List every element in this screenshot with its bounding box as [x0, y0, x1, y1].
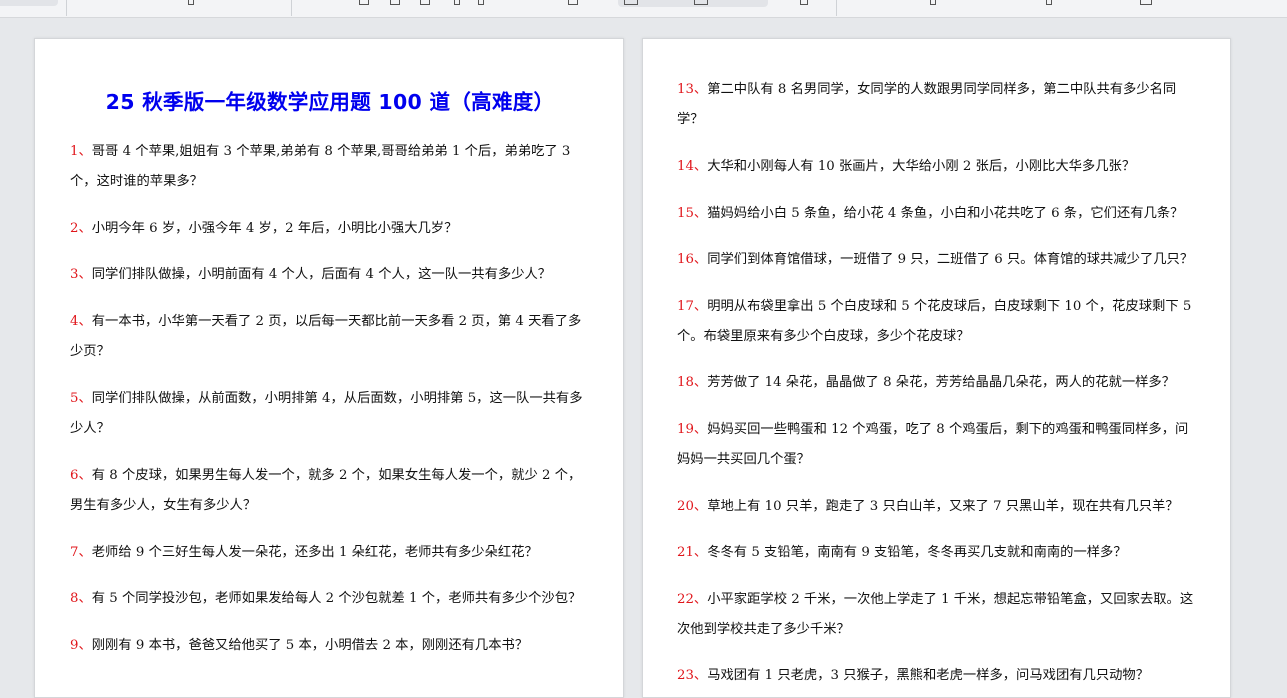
list-view-icon[interactable]: [694, 0, 708, 5]
question-21: 21、冬冬有 5 支铅笔，南南有 9 支铅笔，冬冬再买几支就和南南的一样多？: [677, 545, 1127, 560]
question-6: 6、有 8 个皮球，如果男生每人发一个，就多 2 个，如果女生每人发一个，就少 …: [70, 468, 582, 513]
question-7: 7、老师给 9 个三好生每人发一朵花，还多出 1 朵红花，老师共有多少朵红花？: [70, 545, 538, 560]
question-19: 19、妈妈买回一些鸭蛋和 12 个鸡蛋，吃了 8 个鸡蛋后，剩下的鸡蛋和鸭蛋同样…: [677, 422, 1189, 467]
print-icon[interactable]: [420, 0, 430, 5]
bookmark-icon[interactable]: [1046, 0, 1052, 5]
question-13: 13、第二中队有 8 名男同学，女同学的人数跟男同学同样多，第二中队共有多少名同…: [677, 82, 1177, 127]
question-20: 20、草地上有 10 只羊，跑走了 3 只白山羊，又来了 7 只黑山羊，现在共有…: [677, 499, 1179, 514]
document-page-right: 13、第二中队有 8 名男同学，女同学的人数跟男同学同样多，第二中队共有多少名同…: [642, 38, 1231, 698]
question-18: 18、芳芳做了 14 朵花，晶晶做了 8 朵花，芳芳给晶晶几朵花，两人的花就一样…: [677, 375, 1176, 390]
toolbar-divider: [836, 0, 837, 16]
document-page-left: 25 秋季版一年级数学应用题 100 道（高难度） 1、哥哥 4 个苹果,姐姐有…: [34, 38, 624, 698]
grid-view-icon[interactable]: [624, 0, 638, 5]
top-toolbar: [0, 0, 1287, 18]
page-single-icon[interactable]: [454, 0, 460, 5]
view-mode-toggle[interactable]: [618, 0, 768, 7]
question-15: 15、猫妈妈给小白 5 条鱼，给小花 4 条鱼，小白和小花共吃了 6 条，它们还…: [677, 206, 1184, 221]
page-view-icon[interactable]: [359, 0, 369, 5]
question-16: 16、同学们到体育馆借球，一班借了 9 只，二班借了 6 只。体育馆的球共减少了…: [677, 252, 1194, 267]
toolbar-divider: [66, 0, 67, 16]
question-4: 4、有一本书，小华第一天看了 2 页，以后每一天都比前一天多看 2 页，第 4 …: [70, 314, 582, 359]
question-5: 5、同学们排队做操，从前面数，小明排第 4，从后面数，小明排第 5，这一队一共有…: [70, 391, 583, 436]
question-23: 23、马戏团有 1 只老虎，3 只猴子，黑熊和老虎一样多，问马戏团有几只动物？: [677, 668, 1150, 683]
rotate-icon[interactable]: [800, 0, 808, 5]
fit-page-icon[interactable]: [568, 0, 578, 5]
toolbar-divider: [291, 0, 292, 16]
question-3: 3、同学们排队做操，小明前面有 4 个人，后面有 4 个人，这一队一共有多少人？: [70, 267, 552, 282]
question-9: 9、刚刚有 9 本书，爸爸又给他买了 5 本，小明借去 2 本，刚刚还有几本书？: [70, 638, 529, 653]
question-8: 8、有 5 个同学投沙包，老师如果发给每人 2 个沙包就差 1 个，老师共有多少…: [70, 591, 582, 606]
save-icon[interactable]: [390, 0, 400, 5]
question-17: 17、明明从布袋里拿出 5 个白皮球和 5 个花皮球后，白皮球剩下 10 个，花…: [677, 299, 1192, 344]
question-22: 22、小平家距学校 2 千米，一次他上学走了 1 千米，想起忘带铅笔盒，又回家去…: [677, 592, 1194, 637]
dropdown-icon[interactable]: [188, 0, 194, 5]
question-1: 1、哥哥 4 个苹果,姐姐有 3 个苹果,弟弟有 8 个苹果,哥哥给弟弟 1 个…: [70, 144, 571, 189]
question-2: 2、小明今年 6 岁，小强今年 4 岁，2 年后，小明比小强大几岁？: [70, 221, 458, 236]
document-title: 25 秋季版一年级数学应用题 100 道（高难度）: [105, 90, 555, 114]
menu-button[interactable]: [0, 0, 58, 6]
question-14: 14、大华和小刚每人有 10 张画片，大华给小刚 2 张后，小刚比大华多几张？: [677, 159, 1136, 174]
search-icon[interactable]: [930, 0, 936, 5]
page-double-icon[interactable]: [478, 0, 484, 5]
more-icon[interactable]: [1140, 0, 1152, 5]
